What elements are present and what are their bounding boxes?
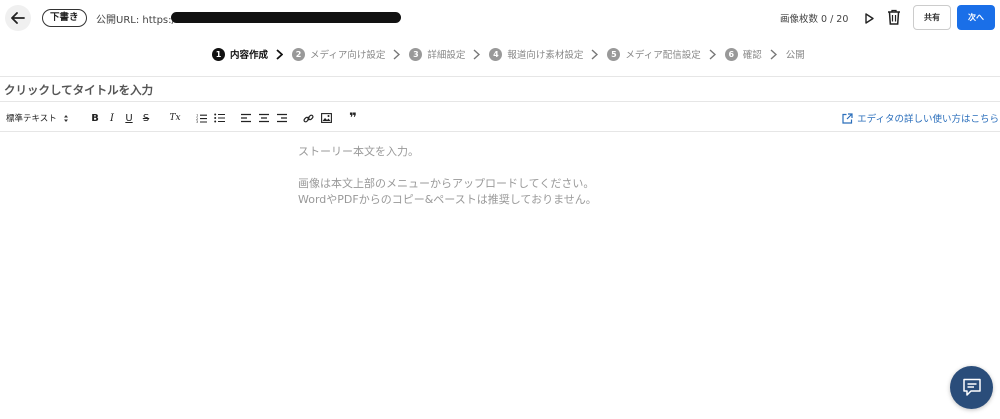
step-number: 4: [489, 47, 503, 61]
arrow-left-icon: [11, 12, 25, 24]
image-icon[interactable]: [320, 111, 332, 125]
step-number: 5: [607, 47, 621, 61]
trash-icon[interactable]: [887, 9, 901, 25]
align-left-icon[interactable]: [240, 111, 252, 125]
step-number: 1: [212, 47, 225, 61]
step-media-settings[interactable]: 2 メディア向け設定: [292, 47, 385, 61]
preview-play-icon[interactable]: [863, 11, 875, 25]
step-number: 3: [409, 47, 423, 61]
back-button[interactable]: [5, 5, 31, 31]
underline-button[interactable]: U: [123, 111, 135, 125]
step-label: 内容作成: [230, 50, 269, 61]
step-content-creation[interactable]: 1 内容作成: [212, 47, 268, 61]
clear-format-button[interactable]: Tx: [168, 111, 182, 125]
strikethrough-button[interactable]: S: [140, 111, 152, 125]
svg-text:3: 3: [196, 120, 198, 123]
text-style-label: 標準テキスト: [6, 114, 57, 124]
editor-body[interactable]: ストーリー本文を入力。 画像は本文上部のメニューからアップロードしてください。 …: [298, 144, 718, 208]
step-detail-settings[interactable]: 3 詳細設定: [409, 47, 465, 61]
sort-arrows-icon: [63, 114, 68, 122]
title-input[interactable]: クリックしてタイトルを入力: [4, 82, 153, 98]
step-media-distribution[interactable]: 5 メディア配信設定: [607, 47, 701, 61]
next-button[interactable]: 次へ: [957, 5, 995, 30]
public-url-label: 公開URL: https:/: [96, 15, 175, 26]
step-number: 6: [724, 47, 738, 61]
link-icon[interactable]: [302, 111, 314, 125]
status-badge: 下書き: [42, 9, 87, 27]
chevron-right-icon: [770, 48, 777, 60]
chat-support-button[interactable]: [950, 366, 993, 409]
image-count: 画像枚数 0 / 20: [780, 14, 849, 25]
step-publish[interactable]: 公開: [786, 47, 805, 61]
bullet-list-icon[interactable]: [213, 111, 225, 125]
title-row: クリックしてタイトルを入力: [0, 76, 1000, 102]
chat-bubble-icon: [962, 378, 981, 396]
ordered-list-icon[interactable]: 123: [195, 111, 207, 125]
body-placeholder-line: ストーリー本文を入力。: [298, 145, 419, 158]
editor-help-link[interactable]: エディタの詳しい使い方はこちら: [842, 111, 999, 125]
step-label: 報道向け素材設定: [507, 50, 584, 61]
chevron-right-icon: [393, 48, 401, 60]
top-bar: 下書き 公開URL: https:/ 画像枚数 0 / 20 共有 次へ: [0, 0, 1000, 36]
step-number: 2: [292, 47, 306, 61]
url-redaction-bar: [171, 12, 401, 23]
body-placeholder-line: WordやPDFからのコピー&ペーストは推奨しておりません。: [298, 193, 597, 206]
chevron-right-icon: [276, 48, 284, 60]
share-button[interactable]: 共有: [913, 5, 951, 30]
italic-button[interactable]: I: [106, 111, 118, 125]
help-link-label: エディタの詳しい使い方はこちら: [857, 114, 999, 125]
bold-button[interactable]: B: [89, 111, 101, 125]
step-label: 公開: [785, 50, 805, 61]
quote-button[interactable]: ❞: [347, 111, 359, 126]
progress-stepper: 1 内容作成 2 メディア向け設定 3 詳細設定 4 報道向け素材設定 5 メデ…: [212, 46, 805, 62]
step-label: 確認: [742, 50, 762, 61]
step-press-materials[interactable]: 4 報道向け素材設定: [489, 47, 583, 61]
body-placeholder-line: 画像は本文上部のメニューからアップロードしてください。: [298, 177, 595, 190]
step-label: 詳細設定: [427, 50, 466, 61]
chevron-right-icon: [591, 48, 599, 60]
align-center-icon[interactable]: [258, 111, 270, 125]
editor-toolbar: 標準テキスト B I U S Tx 123 ❞ エディタの詳しい使い方はこちら: [0, 103, 1000, 132]
external-link-icon: [842, 112, 853, 124]
step-label: メディア向け設定: [310, 50, 386, 61]
chevron-right-icon: [709, 48, 716, 60]
text-style-select[interactable]: 標準テキスト: [6, 111, 69, 125]
step-confirm[interactable]: 6 確認: [724, 47, 762, 61]
align-right-icon[interactable]: [276, 111, 288, 125]
chevron-right-icon: [473, 48, 481, 60]
step-label: メディア配信設定: [625, 50, 701, 61]
